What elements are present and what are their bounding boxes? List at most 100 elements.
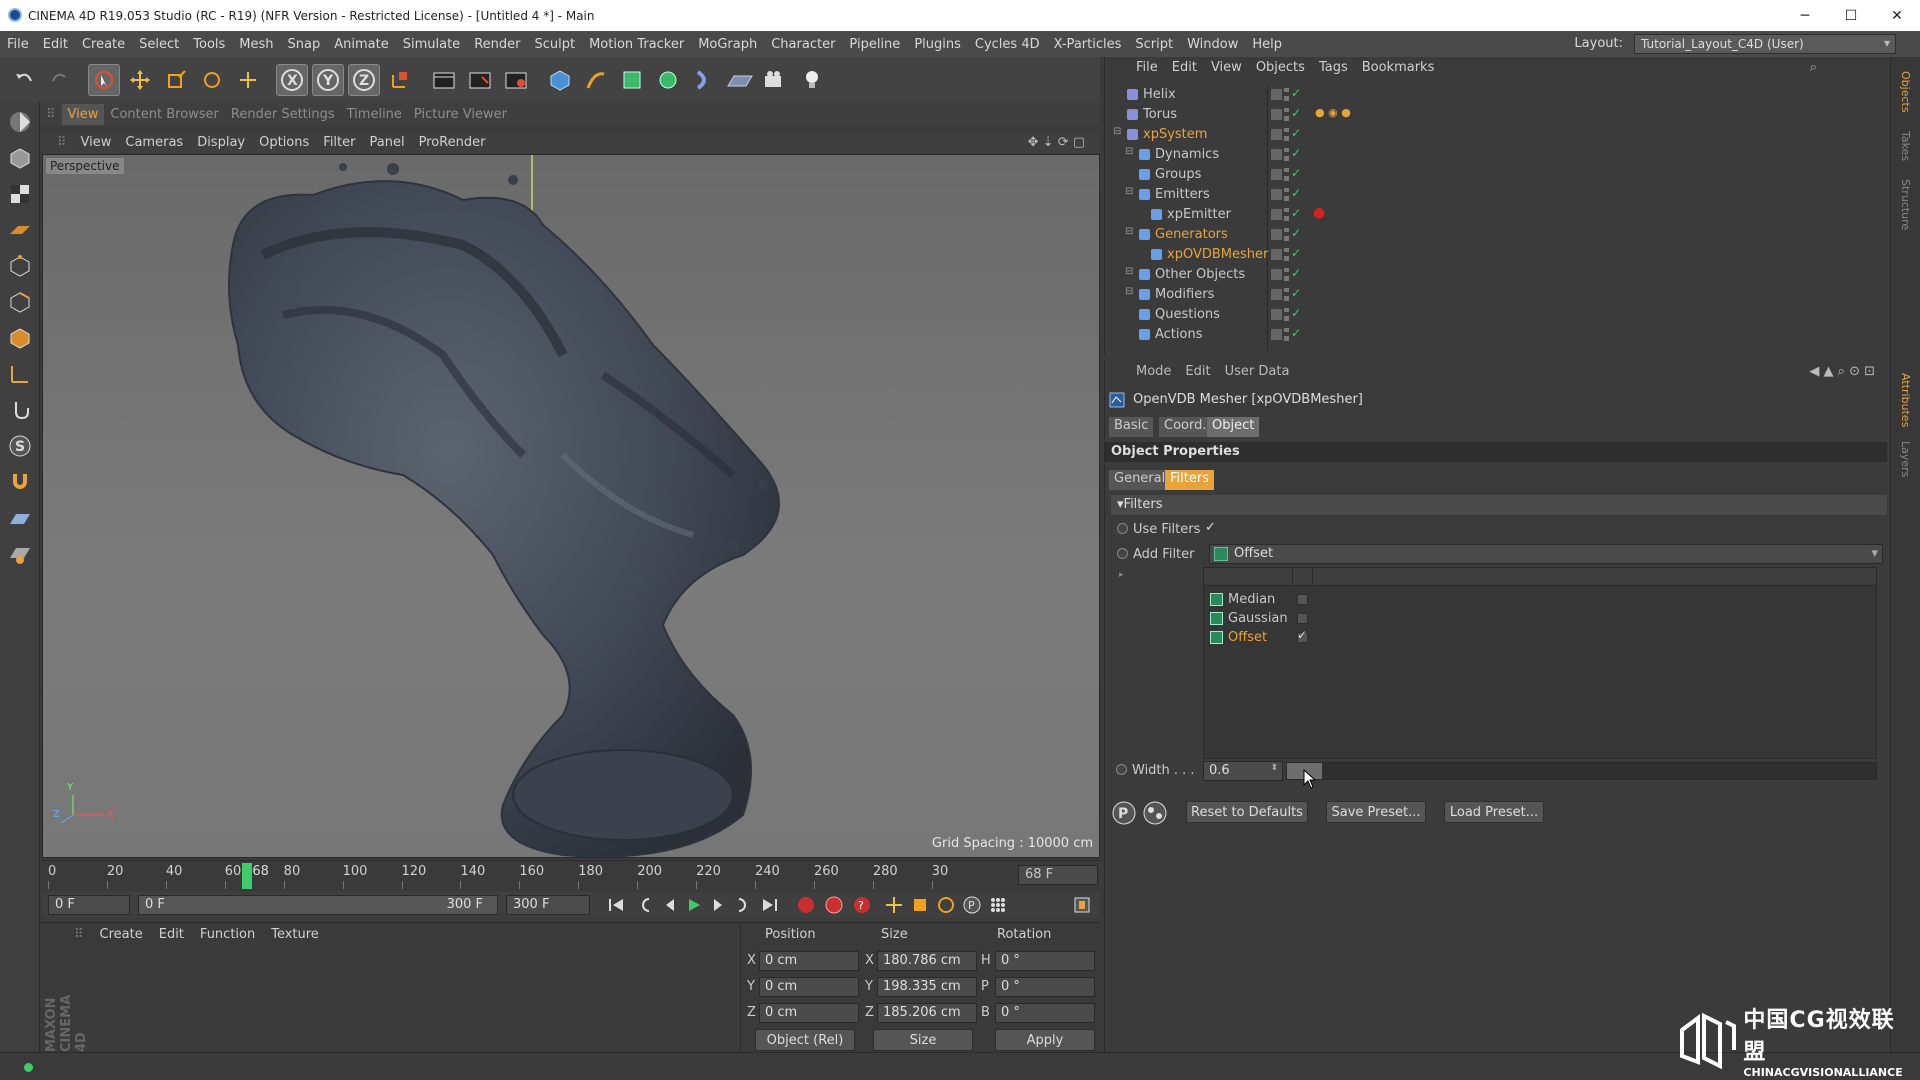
object-row[interactable]: ⊟ xpSystem ✓	[1105, 125, 1887, 145]
keyframe-selection-icon[interactable]: ?	[850, 894, 874, 916]
object-row[interactable]: Torus ✓ ● ◉ ●	[1105, 105, 1887, 125]
attr-nav-icons[interactable]: ◀ ▲ ⌕ ⊙ ⊡	[1802, 364, 1882, 379]
object-menu-view[interactable]: View	[1204, 60, 1249, 75]
record-keys-icon[interactable]	[794, 894, 818, 916]
position-field[interactable]: 0 cm	[759, 977, 859, 997]
snap-icon[interactable]: S	[3, 430, 37, 462]
visibility-flags[interactable]: ✓	[1271, 246, 1301, 262]
layer-box-icon[interactable]	[1271, 149, 1282, 160]
viewport-nav-icons[interactable]: ✥ ⇣ ⟳ ▢	[1021, 135, 1092, 150]
tab-render-settings[interactable]: Render Settings	[225, 104, 341, 125]
make-editable-icon[interactable]	[3, 106, 37, 138]
visibility-flags[interactable]: ✓	[1271, 186, 1301, 202]
object-menu-bookmarks[interactable]: Bookmarks	[1355, 60, 1442, 75]
visibility-dots-icon[interactable]	[1284, 248, 1289, 261]
locked-workplane-icon[interactable]	[3, 538, 37, 570]
enabled-check-icon[interactable]: ✓	[1291, 146, 1301, 160]
layer-box-icon[interactable]	[1271, 309, 1282, 320]
model-mode-icon[interactable]	[3, 142, 37, 174]
menu-snap[interactable]: Snap	[281, 37, 328, 52]
attr-menu-edit[interactable]: Edit	[1178, 364, 1217, 379]
menu-render[interactable]: Render	[467, 37, 527, 52]
menu-file[interactable]: File	[0, 37, 36, 52]
layout-select[interactable]: Tutorial_Layout_C4D (User)	[1634, 34, 1896, 54]
visibility-dots-icon[interactable]	[1284, 168, 1289, 181]
previous-key-icon[interactable]	[634, 894, 658, 916]
undo-icon[interactable]	[8, 64, 40, 96]
play-icon[interactable]	[682, 894, 706, 916]
side-tab-objects[interactable]: Objects	[1899, 71, 1912, 113]
rotation-field[interactable]: 0 °	[995, 951, 1095, 971]
axis-mode-icon[interactable]	[3, 358, 37, 390]
workplane-icon[interactable]	[3, 214, 37, 246]
layer-box-icon[interactable]	[1271, 289, 1282, 300]
object-row[interactable]: xpOVDBMesher ✓	[1105, 245, 1887, 265]
enabled-check-icon[interactable]: ✓	[1291, 286, 1301, 300]
visibility-dots-icon[interactable]	[1284, 128, 1289, 141]
object-row[interactable]: ⊟ Generators ✓	[1105, 225, 1887, 245]
render-view-icon[interactable]	[428, 64, 460, 96]
viewport-menu-options[interactable]: Options	[252, 135, 316, 150]
layer-box-icon[interactable]	[1271, 169, 1282, 180]
visibility-dots-icon[interactable]	[1284, 268, 1289, 281]
filter-enable-checkbox[interactable]	[1297, 594, 1308, 605]
subtab-general[interactable]: General	[1109, 470, 1171, 490]
visibility-dots-icon[interactable]	[1284, 328, 1289, 341]
current-frame-field[interactable]: 68 F	[1018, 865, 1098, 885]
object-menu-edit[interactable]: Edit	[1165, 60, 1204, 75]
menu-mesh[interactable]: Mesh	[232, 37, 280, 52]
size-mode-dropdown[interactable]: Size	[873, 1029, 973, 1051]
pen-icon[interactable]	[580, 64, 612, 96]
light-icon[interactable]	[796, 64, 828, 96]
side-tab-takes[interactable]: Takes	[1899, 131, 1912, 161]
key-position-icon[interactable]	[882, 894, 906, 916]
width-input[interactable]: 0.6 ⬍	[1203, 761, 1283, 781]
tab-object[interactable]: Object	[1207, 417, 1260, 437]
use-filters-checkbox[interactable]: ✓	[1205, 520, 1216, 535]
filter-enable-checkbox[interactable]	[1297, 613, 1308, 624]
enabled-check-icon[interactable]: ✓	[1291, 126, 1301, 140]
polygons-mode-icon[interactable]	[3, 322, 37, 354]
viewport-menu-prorender[interactable]: ProRender	[412, 135, 493, 150]
object-row[interactable]: Questions ✓	[1105, 305, 1887, 325]
expand-toggle-icon[interactable]: ⊟	[1125, 226, 1133, 237]
grip-icon[interactable]: ⠿	[66, 927, 92, 942]
key-point-level-icon[interactable]	[986, 894, 1010, 916]
enabled-check-icon[interactable]: ✓	[1291, 186, 1301, 200]
rotation-field[interactable]: 0 °	[995, 977, 1095, 997]
tab-timeline[interactable]: Timeline	[341, 104, 408, 125]
add-filter-dropdown[interactable]: Offset ▾	[1209, 544, 1883, 564]
stepper-icon[interactable]: ⬍	[1270, 763, 1278, 773]
width-slider[interactable]	[1286, 762, 1877, 780]
menu-motion-tracker[interactable]: Motion Tracker	[582, 37, 691, 52]
menu-create[interactable]: Create	[75, 37, 132, 52]
object-menu-objects[interactable]: Objects	[1249, 60, 1312, 75]
python-icon[interactable]: P	[1112, 801, 1136, 825]
viewport-menu-view[interactable]: View	[74, 135, 119, 150]
magnet-icon[interactable]	[3, 466, 37, 498]
render-picture-icon[interactable]	[464, 64, 496, 96]
visibility-flags[interactable]: ✓	[1271, 226, 1301, 242]
side-tab-layers[interactable]: Layers	[1899, 441, 1912, 477]
attr-menu-mode[interactable]: Mode	[1129, 364, 1178, 379]
layer-box-icon[interactable]	[1271, 89, 1282, 100]
redo-icon[interactable]	[44, 64, 76, 96]
key-rotation-icon[interactable]	[934, 894, 958, 916]
rotate-icon[interactable]	[196, 64, 228, 96]
y-axis-icon[interactable]: Y	[312, 63, 344, 96]
tab-picture-viewer[interactable]: Picture Viewer	[408, 104, 513, 125]
visibility-flags[interactable]: ✓	[1271, 306, 1301, 322]
save-preset-button[interactable]: Save Preset...	[1326, 801, 1426, 823]
viewport-menu-filter[interactable]: Filter	[316, 135, 362, 150]
edges-mode-icon[interactable]	[3, 286, 37, 318]
expand-arrow-icon[interactable]: ▸	[1119, 570, 1124, 580]
object-row[interactable]: Helix ✓	[1105, 85, 1887, 105]
viewport-menu-display[interactable]: Display	[190, 135, 252, 150]
timeline-ruler[interactable]: 68 F 0 20 40 60 68 80 100 120 140 160 180 200 220 240…	[42, 860, 1100, 890]
menu-sculpt[interactable]: Sculpt	[527, 37, 582, 52]
scale-icon[interactable]	[160, 64, 192, 96]
menu-cycles-4d[interactable]: Cycles 4D	[968, 37, 1047, 52]
coord-system-icon[interactable]	[384, 64, 416, 96]
coord-mode-dropdown[interactable]: Object (Rel)	[755, 1029, 855, 1051]
next-frame-icon[interactable]	[706, 894, 730, 916]
